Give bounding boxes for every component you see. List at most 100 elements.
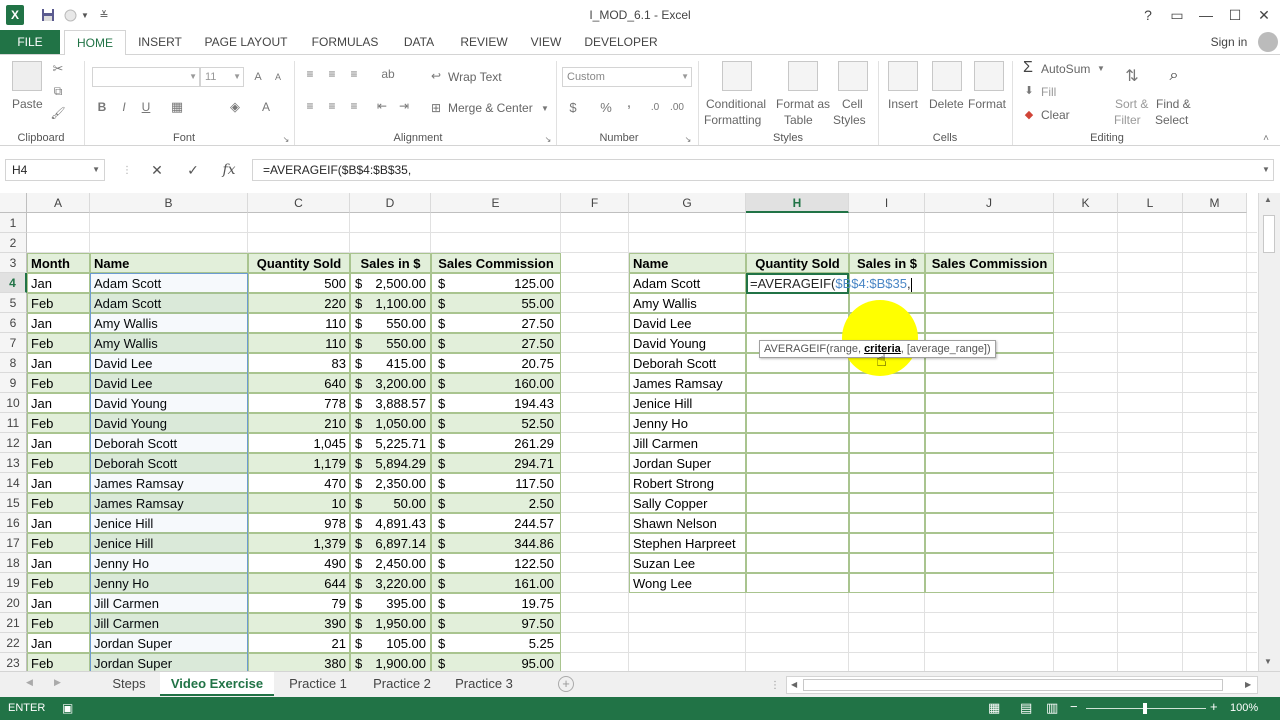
table-row-month[interactable]: Jan [27,553,90,573]
maximize-button[interactable]: ☐ [1223,4,1247,26]
table2-row-quantity[interactable] [746,293,849,313]
format-as-table-icon[interactable] [788,61,818,91]
page-break-view-icon[interactable]: ▥ [1046,700,1058,716]
paste-icon[interactable] [12,61,42,91]
table1-header[interactable]: Sales in $ [350,253,431,273]
name-box[interactable]: H4 ▼ [5,159,105,181]
table-row-commission[interactable]: $261.29 [431,433,561,453]
table-row-name[interactable]: Jenny Ho [90,573,248,593]
table-row-month[interactable]: Feb [27,293,90,313]
format-cells-icon[interactable] [974,61,1004,91]
orientation-icon[interactable]: ab [378,67,398,81]
row-header-19[interactable]: 19 [0,573,27,593]
insert-cells-icon[interactable] [888,61,918,91]
table2-row-quantity[interactable] [746,373,849,393]
column-header-m[interactable]: M [1183,193,1247,213]
horizontal-scrollbar[interactable]: ◀ ▶ [786,676,1258,694]
insert-cells-button[interactable]: Insert [888,97,918,111]
table-row-quantity[interactable]: 390 [248,613,350,633]
table-row-name[interactable]: Jenice Hill [90,513,248,533]
font-color-button[interactable]: A [258,99,274,115]
table1-header[interactable]: Sales Commission [431,253,561,273]
table-row-commission[interactable]: $194.43 [431,393,561,413]
table-row-commission[interactable]: $52.50 [431,413,561,433]
active-cell-h4[interactable]: =AVERAGEIF($B$4:$B$35, [746,273,912,294]
table-row-month[interactable]: Feb [27,653,90,671]
increase-decimal-icon[interactable]: .0 [646,99,664,115]
scroll-right-icon[interactable]: ▶ [1245,680,1251,689]
table-row-name[interactable]: Adam Scott [90,293,248,313]
table2-row-commission[interactable] [925,533,1054,553]
column-header-h[interactable]: H [746,193,849,213]
format-as-table-label-1[interactable]: Format as [776,97,830,111]
table-row-quantity[interactable]: 79 [248,593,350,613]
table-row-quantity[interactable]: 640 [248,373,350,393]
column-header-i[interactable]: I [849,193,925,213]
table-row-quantity[interactable]: 110 [248,333,350,353]
table2-row-quantity[interactable] [746,413,849,433]
align-left-icon[interactable]: ≡ [302,99,318,113]
table2-row-sales[interactable] [849,413,925,433]
autosum-icon[interactable]: Σ [1020,59,1036,77]
table1-header[interactable]: Month [27,253,90,273]
table1-header[interactable]: Name [90,253,248,273]
table-row-quantity[interactable]: 10 [248,493,350,513]
table-row-sales[interactable]: $550.00 [350,333,431,353]
currency-button[interactable]: $ [566,99,580,115]
table-row-name[interactable]: Jill Carmen [90,593,248,613]
table-row-quantity[interactable]: 470 [248,473,350,493]
table-row-month[interactable]: Feb [27,373,90,393]
paste-button[interactable]: Paste [12,97,43,111]
table2-row-name[interactable]: Wong Lee [629,573,746,593]
sign-in-link[interactable]: Sign in [1206,30,1252,54]
underline-button[interactable]: U [138,99,154,115]
table2-row-commission[interactable] [925,433,1054,453]
table-row-name[interactable]: Jenice Hill [90,533,248,553]
tab-review[interactable]: REVIEW [456,30,512,54]
row-header-18[interactable]: 18 [0,553,27,573]
table2-row-commission[interactable] [925,493,1054,513]
table-row-quantity[interactable]: 380 [248,653,350,671]
sheet-tab-practice-3[interactable]: Practice 3 [446,672,522,696]
column-header-b[interactable]: B [90,193,248,213]
table2-header[interactable]: Quantity Sold [746,253,849,273]
table1-header[interactable]: Quantity Sold [248,253,350,273]
table2-row-name[interactable]: Deborah Scott [629,353,746,373]
find-select-label-2[interactable]: Select [1155,113,1188,127]
table-row-name[interactable]: Jordan Super [90,653,248,671]
table-row-quantity[interactable]: 110 [248,313,350,333]
table-row-commission[interactable]: $160.00 [431,373,561,393]
fill-button[interactable]: Fill [1041,85,1056,99]
table-row-month[interactable]: Jan [27,313,90,333]
avatar[interactable] [1258,32,1278,52]
increase-indent-icon[interactable]: ⇥ [396,99,412,113]
table2-row-commission[interactable] [925,513,1054,533]
row-header-4[interactable]: 4 [0,273,27,293]
table-row-month[interactable]: Feb [27,453,90,473]
shrink-font-icon[interactable]: A [270,69,286,85]
table2-row-quantity[interactable] [746,493,849,513]
table2-row-sales[interactable] [849,433,925,453]
row-header-6[interactable]: 6 [0,313,27,333]
table-row-month[interactable]: Jan [27,593,90,613]
number-dialog-launcher-icon[interactable]: ↘ [684,135,692,144]
grow-font-icon[interactable]: A [250,69,266,85]
clear-button[interactable]: Clear [1041,108,1070,122]
table-row-name[interactable]: Adam Scott [90,273,248,293]
table-row-month[interactable]: Jan [27,473,90,493]
table2-row-name[interactable]: David Lee [629,313,746,333]
row-header-3[interactable]: 3 [0,253,27,273]
binoculars-icon[interactable]: ⌕ [1160,61,1188,91]
row-header-8[interactable]: 8 [0,353,27,373]
sort-filter-label-1[interactable]: Sort & [1115,97,1148,111]
select-all-corner[interactable] [0,193,27,213]
table2-row-sales[interactable] [849,473,925,493]
number-format-combo[interactable]: Custom ▼ [562,67,692,87]
table2-row-quantity[interactable] [746,533,849,553]
table2-row-commission[interactable] [925,373,1054,393]
table-row-commission[interactable]: $117.50 [431,473,561,493]
tab-insert[interactable]: INSERT [132,30,188,54]
font-size-combo[interactable]: 11 ▼ [200,67,244,87]
next-sheet-icon[interactable]: ▶ [54,677,61,688]
row-header-9[interactable]: 9 [0,373,27,393]
